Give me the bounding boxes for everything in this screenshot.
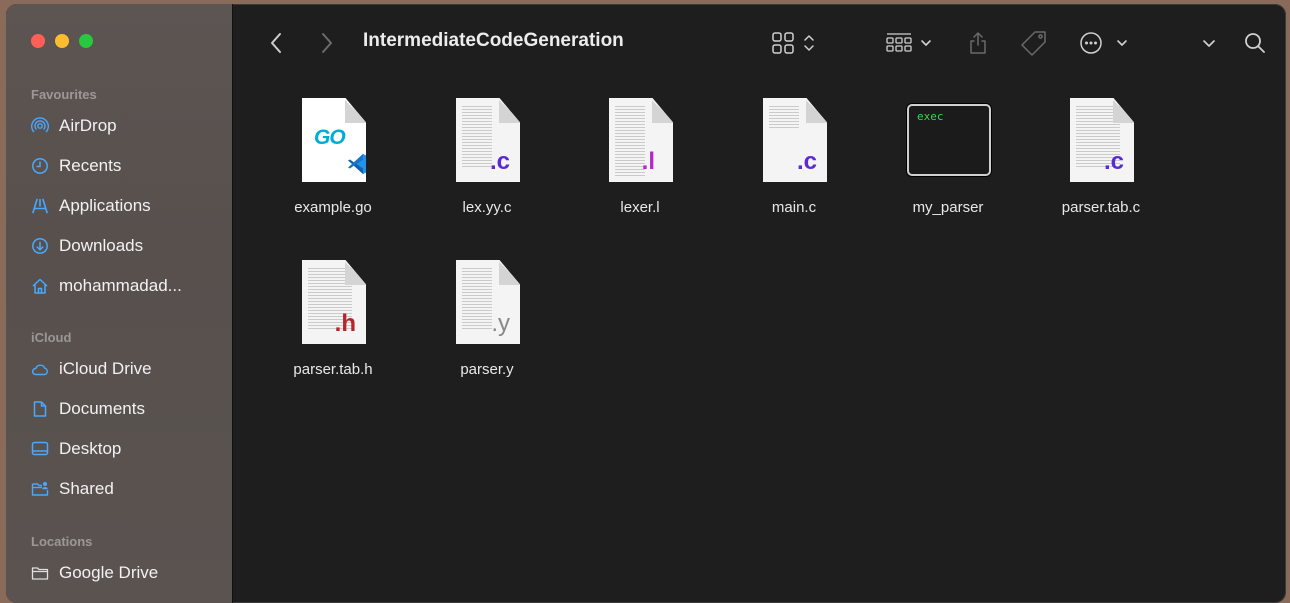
- airdrop-icon: [31, 117, 49, 135]
- window-controls: [31, 34, 93, 48]
- share-icon: [970, 32, 986, 54]
- file-item-main-c[interactable]: .c main.c: [729, 98, 859, 216]
- icon-view-icon: [772, 32, 814, 54]
- forward-button[interactable]: [320, 29, 334, 57]
- file-item-parser-tab-c[interactable]: .c parser.tab.c: [1036, 98, 1166, 216]
- file-name: parser.tab.c: [1061, 199, 1141, 216]
- file-name: main.c: [771, 199, 817, 216]
- sidebar-item-google-drive[interactable]: Google Drive: [31, 561, 221, 585]
- download-icon: [31, 237, 49, 255]
- section-title-locations: Locations: [31, 534, 93, 549]
- file-ext-label: .h: [334, 310, 356, 337]
- sidebar-item-label: Recents: [59, 156, 122, 175]
- c-source-file-icon: .c: [442, 98, 532, 188]
- sidebar-item-label: Applications: [59, 196, 151, 215]
- sidebar-item-icloud-drive[interactable]: iCloud Drive: [31, 357, 221, 381]
- finder-window: Favourites AirDrop Recents Applications …: [6, 4, 1286, 603]
- c-source-file-icon: .c: [749, 98, 839, 188]
- document-icon: [31, 400, 49, 418]
- lex-file-icon: .l: [595, 98, 685, 188]
- file-name: example.go: [294, 199, 372, 216]
- search-button[interactable]: [1243, 29, 1267, 57]
- executable-file-icon: exec: [903, 98, 993, 188]
- file-name: lexer.l: [620, 199, 660, 216]
- cloud-icon: [31, 360, 49, 378]
- group-icon: [886, 33, 931, 52]
- yacc-file-icon: .y: [442, 260, 532, 350]
- go-file-icon: GO: [288, 98, 378, 188]
- chevron-right-icon: [322, 33, 332, 53]
- section-title-favourites: Favourites: [31, 87, 97, 102]
- file-item-lexer-l[interactable]: .l lexer.l: [575, 98, 705, 216]
- sidebar-item-downloads[interactable]: Downloads: [31, 234, 221, 258]
- sidebar-item-label: Desktop: [59, 439, 122, 458]
- file-name: my_parser: [912, 199, 984, 216]
- file-ext-label: .l: [641, 148, 655, 175]
- sidebar-item-label: mohammadad...: [59, 276, 182, 295]
- search-icon: [1245, 33, 1265, 53]
- toolbar: IntermediateCodeGeneration: [233, 4, 1286, 82]
- file-item-parser-y[interactable]: .y parser.y: [422, 260, 552, 378]
- sidebar-item-label: Google Drive: [59, 563, 159, 582]
- file-item-my-parser[interactable]: exec my_parser: [883, 98, 1013, 216]
- sidebar-item-home[interactable]: mohammadad...: [31, 274, 221, 298]
- tag-icon: [1021, 31, 1046, 56]
- file-ext-label: .c: [796, 148, 817, 175]
- chevron-left-icon: [271, 33, 281, 53]
- file-grid: GO example.go .c lex.yy.c .l lexer.l .c …: [233, 82, 1286, 603]
- sidebar-item-airdrop[interactable]: AirDrop: [31, 114, 221, 138]
- clock-icon: [31, 157, 49, 175]
- sidebar-item-recents[interactable]: Recents: [31, 154, 221, 178]
- window-title: IntermediateCodeGeneration: [363, 30, 624, 51]
- sidebar-item-desktop[interactable]: Desktop: [31, 437, 221, 461]
- back-button[interactable]: [269, 29, 283, 57]
- drive-icon: [31, 564, 49, 582]
- desktop-icon: [31, 440, 49, 458]
- chevron-down-icon: [1203, 40, 1215, 47]
- action-menu-button[interactable]: [1079, 29, 1131, 57]
- shared-folder-icon: [31, 480, 49, 498]
- file-item-example-go[interactable]: GO example.go: [268, 98, 398, 216]
- go-logo: GO: [314, 126, 346, 149]
- c-source-file-icon: .c: [1056, 98, 1146, 188]
- minimize-window-button[interactable]: [55, 34, 69, 48]
- sidebar-item-label: iCloud Drive: [59, 359, 152, 378]
- file-ext-label: .c: [489, 148, 510, 175]
- tags-button[interactable]: [1020, 29, 1048, 57]
- section-title-icloud: iCloud: [31, 330, 72, 345]
- file-name: lex.yy.c: [462, 199, 512, 216]
- sidebar-item-applications[interactable]: Applications: [31, 194, 221, 218]
- more-chevron-button[interactable]: [1201, 29, 1217, 57]
- file-ext-label: .c: [1103, 148, 1124, 175]
- sidebar-item-documents[interactable]: Documents: [31, 397, 221, 421]
- file-item-parser-tab-h[interactable]: .h parser.tab.h: [268, 260, 398, 378]
- close-window-button[interactable]: [31, 34, 45, 48]
- file-ext-label: .y: [491, 310, 510, 337]
- file-item-lex-yy-c[interactable]: .c lex.yy.c: [422, 98, 552, 216]
- exec-label: exec: [917, 110, 944, 123]
- home-icon: [31, 277, 49, 295]
- sidebar: Favourites AirDrop Recents Applications …: [6, 4, 233, 603]
- sidebar-item-label: AirDrop: [59, 116, 117, 135]
- sidebar-item-label: Documents: [59, 399, 145, 418]
- sidebar-item-shared[interactable]: Shared: [31, 477, 221, 501]
- vscode-badge-icon: [348, 154, 366, 174]
- group-button[interactable]: [885, 29, 941, 57]
- view-mode-button[interactable]: [771, 29, 821, 57]
- zoom-window-button[interactable]: [79, 34, 93, 48]
- sidebar-item-label: Shared: [59, 479, 114, 498]
- sidebar-item-label: Downloads: [59, 236, 144, 255]
- file-name: parser.tab.h: [293, 361, 373, 378]
- ellipsis-circle-icon: [1080, 32, 1127, 54]
- applications-icon: [31, 197, 49, 215]
- c-header-file-icon: .h: [288, 260, 378, 350]
- file-name: parser.y: [460, 361, 514, 378]
- share-button[interactable]: [968, 29, 988, 57]
